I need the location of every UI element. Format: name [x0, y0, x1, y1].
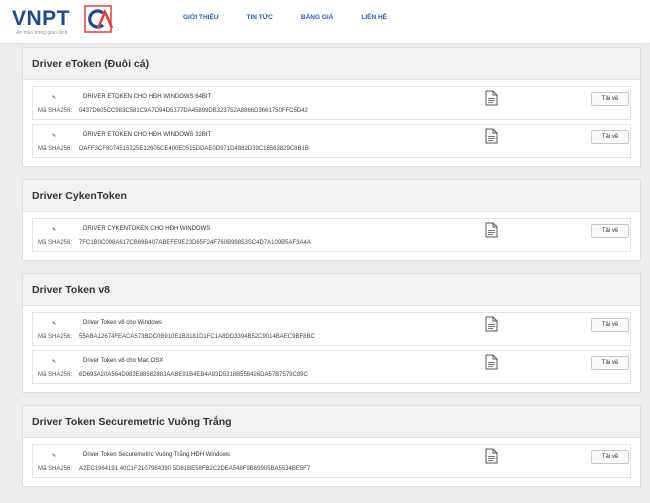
logo-tagline: An toàn trong giao dịch: [16, 30, 68, 36]
section-title: Driver Token v8: [23, 274, 640, 306]
download-button[interactable]: Tải về: [591, 450, 629, 464]
logo-wordmark: VNPT: [12, 7, 71, 30]
ca-logo-mark: [84, 5, 114, 33]
section-body: ✎ Driver Token Securemetric Vuông Trắng H…: [23, 438, 640, 486]
driver-section: Driver CykenToken ✎ DRIVER CYKENTOKEN CHO …: [22, 179, 641, 261]
driver-section: Driver Token Securemetric Vuông Trắng ✎ Dr…: [22, 405, 641, 487]
driver-name: DRIVER ETOKEN CHO HĐH WINDOWS 64BIT: [83, 94, 212, 100]
pencil-icon: ✎: [52, 133, 57, 139]
sha256-label: Mã SHA256:: [38, 334, 73, 340]
pencil-icon: ✎: [52, 95, 57, 101]
driver-section: Driver eToken (Đuôi cá) ✎ DRIVER ETOKEN CH…: [22, 47, 641, 167]
sha256-value: 7FC1B0C098A617CB69B407ABEFE9E23D65F24F76…: [79, 240, 311, 246]
sha256-label: Mã SHA256:: [38, 146, 73, 152]
driver-name: Driver Token v8 cho Windows: [83, 320, 162, 326]
download-button[interactable]: Tải về: [591, 356, 629, 370]
nav-lien-he[interactable]: LIÊN HỆ: [361, 14, 387, 21]
download-button[interactable]: Tải về: [591, 318, 629, 332]
sha256-label: Mã SHA256:: [38, 372, 73, 378]
section-title: Driver eToken (Đuôi cá): [23, 48, 640, 80]
sha256-value: DAFF3CF8074515225E12605CE400E0515DDAE0D9…: [79, 146, 309, 152]
sha256-value: 55ABA12674FEACA573BDC0B910E1B3181D1FC1A8…: [79, 334, 315, 340]
driver-name: DRIVER ETOKEN CHO HĐH WINDOWS 32BIT: [83, 132, 212, 138]
driver-item: ✎ Driver Token v8 cho Mac OSX Mã SHA256: 6D…: [32, 350, 631, 384]
section-body: ✎ DRIVER CYKENTOKEN CHO HĐH WINDOWS Mã SHA…: [23, 212, 640, 260]
nav-bang-gia[interactable]: BẢNG GIÁ: [301, 14, 334, 21]
sha256-value: 6D693A20A564D983E88562883AABE91B4EB4A93D…: [79, 372, 308, 378]
driver-list: Driver eToken (Đuôi cá) ✎ DRIVER ETOKEN CH…: [22, 47, 641, 499]
pencil-icon: ✎: [52, 227, 57, 233]
main-nav: GIỚI THIỆU TIN TỨC BẢNG GIÁ LIÊN HỆ: [183, 14, 415, 21]
document-icon[interactable]: [485, 128, 498, 144]
vnpt-ca-logo[interactable]: VNPT An toàn trong giao dịch: [12, 3, 122, 41]
document-icon[interactable]: [485, 316, 498, 332]
driver-name: Driver Token v8 cho Mac OSX: [83, 358, 164, 364]
driver-name: Driver Token Securemetric Vuông Trắng HĐ…: [83, 452, 231, 458]
download-button[interactable]: Tải về: [591, 130, 629, 144]
driver-item: ✎ DRIVER ETOKEN CHO HĐH WINDOWS 32BIT Mã S…: [32, 124, 631, 158]
section-title: Driver CykenToken: [23, 180, 640, 212]
document-icon[interactable]: [485, 448, 498, 464]
sha256-value: A2EC1964191 40C1F2107984390 5D81BE58FB2C…: [79, 466, 311, 472]
section-body: ✎ DRIVER ETOKEN CHO HĐH WINDOWS 64BIT Mã S…: [23, 80, 640, 166]
driver-item: ✎ DRIVER ETOKEN CHO HĐH WINDOWS 64BIT Mã S…: [32, 86, 631, 120]
pencil-icon: ✎: [52, 359, 57, 365]
document-icon[interactable]: [485, 90, 498, 106]
sha256-label: Mã SHA256:: [38, 466, 73, 472]
nav-tin-tuc[interactable]: TIN TỨC: [247, 14, 273, 21]
driver-item: ✎ Driver Token Securemetric Vuông Trắng H…: [32, 444, 631, 478]
sha256-label: Mã SHA256:: [38, 108, 73, 114]
document-icon[interactable]: [485, 354, 498, 370]
download-button[interactable]: Tải về: [591, 224, 629, 238]
sha256-label: Mã SHA256:: [38, 240, 73, 246]
driver-section: Driver Token v8 ✎ Driver Token v8 cho Wind…: [22, 273, 641, 393]
site-header: VNPT An toàn trong giao dịch GIỚI THIỆU …: [0, 0, 650, 44]
driver-item: ✎ Driver Token v8 cho Windows Mã SHA256: 55…: [32, 312, 631, 346]
sha256-value: 0437D605CC983C581C9A7D94D5377DA45899DB32…: [79, 108, 308, 114]
download-button[interactable]: Tải về: [591, 92, 629, 106]
driver-name: DRIVER CYKENTOKEN CHO HĐH WINDOWS: [83, 226, 211, 232]
nav-gioi-thieu[interactable]: GIỚI THIỆU: [183, 14, 219, 21]
pencil-icon: ✎: [52, 453, 57, 459]
section-title: Driver Token Securemetric Vuông Trắng: [23, 406, 640, 438]
pencil-icon: ✎: [52, 321, 57, 327]
section-body: ✎ Driver Token v8 cho Windows Mã SHA256: 55…: [23, 306, 640, 392]
document-icon[interactable]: [485, 222, 498, 238]
driver-item: ✎ DRIVER CYKENTOKEN CHO HĐH WINDOWS Mã SHA…: [32, 218, 631, 252]
